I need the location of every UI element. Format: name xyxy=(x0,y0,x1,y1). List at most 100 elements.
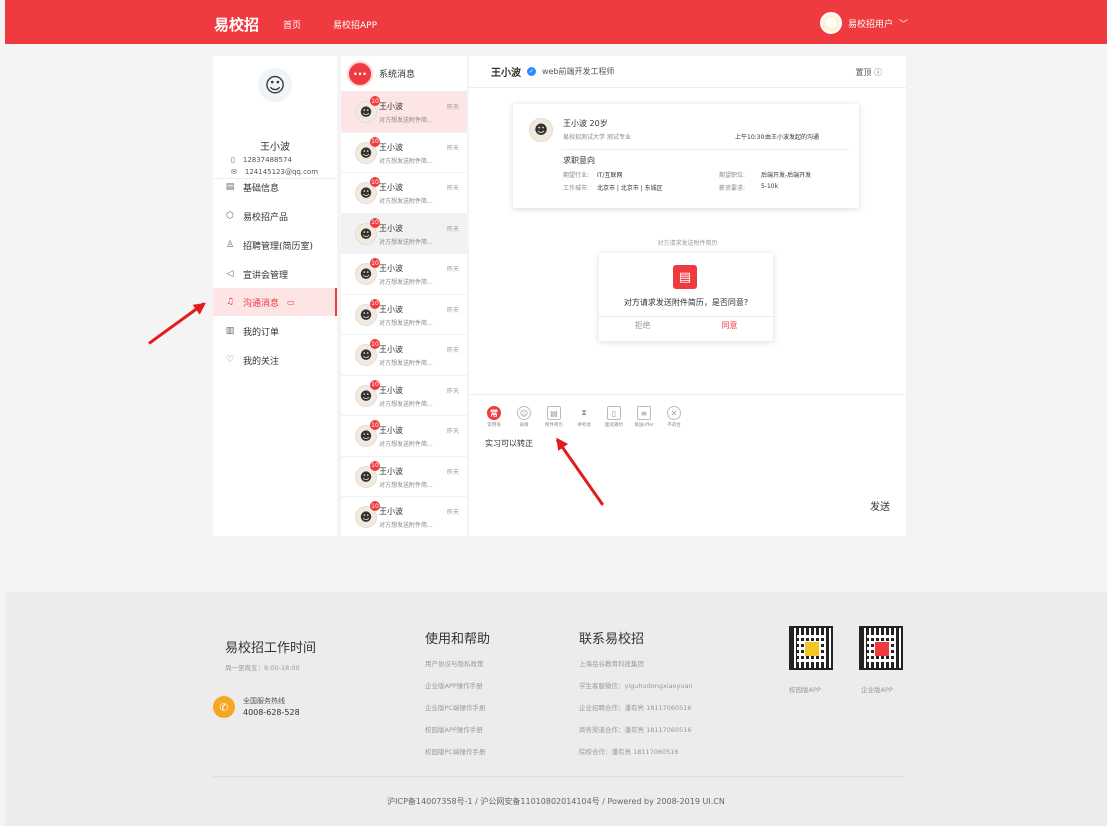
help-link[interactable]: 校园版PC端操作手册 xyxy=(425,746,485,756)
industry-label: 期望行业: xyxy=(563,172,590,179)
contact-line: 企业招聘合作：潘有亮 18117060516 xyxy=(579,704,692,712)
menu-messages[interactable]: ♫ 沟通消息 ▭ xyxy=(213,288,337,316)
request-text: 对方请求发送附件简历，是否同意? xyxy=(623,298,749,307)
conversation-items: ☻ 10 王小波 昨天 对方想发送附件简... ☻ 10 王小波 昨天 对方想发送附件简... ☻ 1… xyxy=(341,92,467,536)
menu-products[interactable]: ⬡ 易校招产品 xyxy=(213,202,337,230)
contact-name: 王小波 xyxy=(379,142,403,152)
phone-icon: ▯ xyxy=(231,156,235,164)
tool-unsuitable[interactable]: ✕ 不适合 xyxy=(663,406,685,428)
conversation-item[interactable]: ☻ 10 王小波 昨天 对方想发送附件简... xyxy=(341,213,467,254)
conversation-item[interactable]: ☻ 10 王小波 昨天 对方想发送附件简... xyxy=(341,92,467,133)
chat-bubble-icon: ▭ xyxy=(287,297,295,307)
user-menu[interactable]: ☻ 易校招用户 ﹀ xyxy=(820,12,908,34)
close-circle-icon: ✕ xyxy=(667,406,681,420)
pin-top-button[interactable]: 置顶 ⓘ xyxy=(855,67,882,78)
contact-name: 王小波 xyxy=(379,223,403,233)
chat-contact-role: web前端开发工程师 xyxy=(542,67,615,76)
message-input[interactable]: 实习可以转正 xyxy=(485,438,533,449)
message-preview: 对方想发送附件简... xyxy=(379,157,433,165)
conversation-item[interactable]: ☻ 10 王小波 昨天 对方想发送附件简... xyxy=(341,416,467,457)
system-messages[interactable]: ··· 系统消息 xyxy=(341,56,467,92)
message-time: 昨天 xyxy=(446,387,459,395)
conversation-item[interactable]: ☻ 10 王小波 昨天 对方想发送附件简... xyxy=(341,335,467,376)
menu-seminar[interactable]: ◁ 宣讲会管理 xyxy=(213,260,337,288)
tool-consider[interactable]: ⧗ 待考虑 xyxy=(573,406,595,428)
message-preview: 对方想发送附件简... xyxy=(379,238,433,246)
help-link[interactable]: 校园版APP操作手册 xyxy=(425,724,483,734)
message-preview: 对方想发送附件简... xyxy=(379,198,433,205)
tool-offer[interactable]: ≡ 发送offer xyxy=(633,406,655,428)
menu-follow[interactable]: ♡ 我的关注 xyxy=(213,346,337,374)
tool-interview[interactable]: ▯ 面试邀约 xyxy=(603,406,625,428)
calendar-icon: ▯ xyxy=(607,406,621,420)
conversation-item[interactable]: ☻ 10 王小波 昨天 对方想发送附件简... xyxy=(341,497,467,536)
qr-label-enterprise: 企业版APP xyxy=(861,686,893,694)
conversation-item[interactable]: ☻ 10 王小波 昨天 对方想发送附件简... xyxy=(341,173,467,214)
industry-value: IT/互联网 xyxy=(597,172,623,179)
qr-logo xyxy=(805,642,819,656)
conversation-item[interactable]: ☻ 10 王小波 昨天 对方想发送附件简... xyxy=(341,133,467,173)
contact-name: 王小波 xyxy=(379,345,403,354)
request-notice: 对方请求发送附件简历 xyxy=(657,240,718,247)
tool-emoji[interactable]: ☺ 表情 xyxy=(513,406,535,428)
chevron-down-icon: ﹀ xyxy=(899,19,909,30)
contact-title: 联系易校招 xyxy=(579,632,645,647)
contact-line: 学生客服微信：yiguhudongxiaoyuan xyxy=(579,682,693,690)
message-time: 昨天 xyxy=(446,509,459,516)
heart-icon: ♡ xyxy=(225,355,235,365)
message-preview: 对方想发送附件简... xyxy=(379,279,433,286)
contact-name: 王小波 xyxy=(379,507,403,516)
contact-name: 王小波 xyxy=(379,466,403,476)
reject-button[interactable]: 拒绝 xyxy=(599,320,686,331)
agree-button[interactable]: 同意 xyxy=(686,320,773,331)
contact-name: 王小波 xyxy=(379,183,403,192)
left-sidebar: ☺ 王小波 ▯ 12837488574 ✉ 124145123@qq.com ▤ 基础… xyxy=(213,56,337,536)
footer: 易校招工作时间 周一至周五：9:00-18:00 ✆ 全国服务热线 4008-6… xyxy=(5,592,1107,826)
hotline-label: 全国服务热线 xyxy=(243,697,285,705)
chat-panel: 王小波 ✓ web前端开发工程师 置顶 ⓘ ☻ 王小波 20岁 易校招测试大学 … xyxy=(469,56,906,536)
message-preview: 对方想发送附件简... xyxy=(379,400,433,408)
phone-icon: ✆ xyxy=(213,696,235,718)
message-preview: 对方想发送附件简... xyxy=(379,117,433,124)
contact-name: 王小波 xyxy=(379,102,403,111)
menu-orders[interactable]: ▥ 我的订单 xyxy=(213,317,337,345)
conversation-item[interactable]: ☻ 10 王小波 昨天 对方想发送附件简... xyxy=(341,254,467,295)
tool-common-phrases[interactable]: 常常用语 xyxy=(483,406,505,428)
conversation-item[interactable]: ☻ 10 王小波 昨天 对方想发送附件简... xyxy=(341,295,467,335)
divider xyxy=(213,776,905,777)
brand-logo[interactable]: 易校招 xyxy=(214,14,259,35)
help-title: 使用和帮助 xyxy=(425,632,491,647)
tool-attach-resume[interactable]: ▤ 附件简历 xyxy=(543,406,565,428)
message-preview: 对方想发送附件简... xyxy=(379,441,433,448)
intent-title: 求职意向 xyxy=(563,156,595,165)
nav-app[interactable]: 易校招APP xyxy=(333,18,377,31)
profile-avatar: ☺ xyxy=(258,68,292,102)
conversation-item[interactable]: ☻ 10 王小波 昨天 对方想发送附件简... xyxy=(341,457,467,497)
nav-home[interactable]: 首页 xyxy=(283,18,301,31)
help-link[interactable]: 企业版PC端操作手册 xyxy=(425,702,485,712)
candidate-card[interactable]: ☻ 王小波 20岁 易校招测试大学 测试专业 上午10:30 由王小波发起的沟通… xyxy=(513,104,859,208)
profile-name: 王小波 xyxy=(260,142,290,153)
menu-basic-info[interactable]: ▤ 基础信息 xyxy=(213,173,337,201)
contact-name: 王小波 xyxy=(379,385,403,395)
bell-icon: ♫ xyxy=(225,297,235,307)
offer-icon: ≡ xyxy=(637,406,651,420)
message-time: 昨天 xyxy=(446,104,459,111)
conversation-list: ··· 系统消息 ☻ 10 王小波 昨天 对方想发送附件简... ☻ 10 王小波 昨天 对方想发… xyxy=(341,56,467,536)
send-button[interactable]: 发送 xyxy=(870,498,890,513)
verified-icon: ✓ xyxy=(527,67,536,76)
city-label: 工作城市: xyxy=(563,185,590,192)
message-time: 昨天 xyxy=(446,306,459,314)
divider xyxy=(561,149,849,150)
contact-line: 院校合作：潘有亮 18117060516 xyxy=(579,748,679,756)
input-divider xyxy=(469,394,906,395)
city-value: 北京市 | 北京市 | 东城区 xyxy=(597,185,663,192)
message-time: 昨天 xyxy=(446,144,459,152)
contact-name: 王小波 xyxy=(379,426,403,435)
help-link[interactable]: 企业版APP操作手册 xyxy=(425,680,483,690)
conversation-item[interactable]: ☻ 10 王小波 昨天 对方想发送附件简... xyxy=(341,376,467,416)
help-link[interactable]: 用户协议与隐私政策 xyxy=(425,658,484,668)
position-value: 后端开发-后端开发 xyxy=(761,172,812,179)
menu-recruit[interactable]: ♙ 招聘管理(简历室) xyxy=(213,231,337,259)
help-icon: ⓘ xyxy=(874,68,882,77)
